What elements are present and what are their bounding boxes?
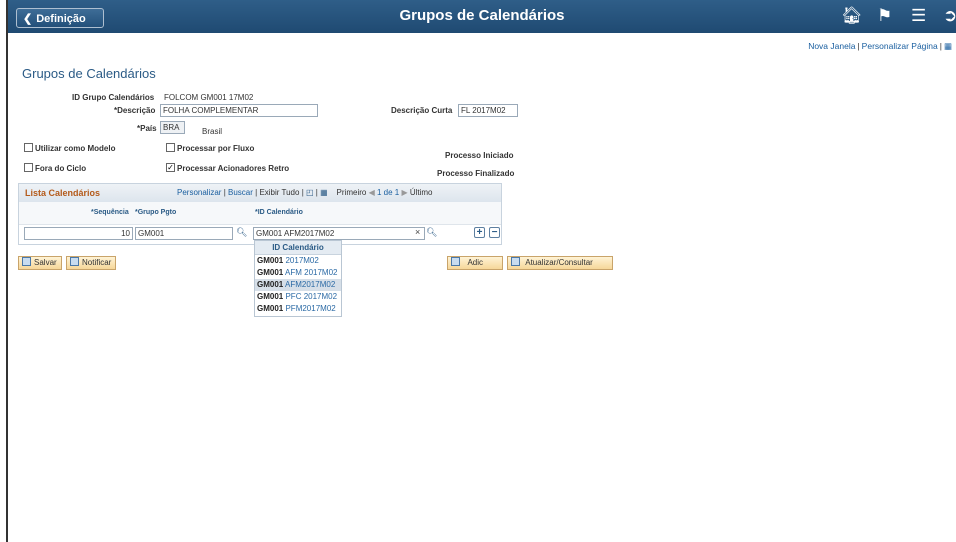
calendar-id-search-icon[interactable]: 🔍︎ (426, 227, 437, 238)
country-name: Brasil (202, 127, 223, 136)
dropdown-option[interactable]: GM001 PFC 2017M02 (255, 291, 341, 303)
pay-group-search-icon[interactable]: 🔍︎ (236, 227, 247, 238)
country-label: *País (137, 124, 157, 133)
notify-button[interactable]: Notificar (66, 256, 117, 270)
country-input[interactable]: BRA (160, 121, 185, 134)
view-all-link[interactable]: Exibir Tudo (259, 188, 299, 197)
add-button[interactable]: Adic (447, 256, 503, 270)
grid-navigation: Personalizar | Buscar | Exibir Tudo | ◰ … (177, 188, 433, 197)
retro-triggers-checkbox[interactable]: ✓ (166, 163, 175, 172)
option-suffix: AFM2017M02 (285, 280, 336, 289)
prev-icon[interactable]: ◀ (369, 188, 375, 197)
checkmark-icon: ✓ (167, 163, 174, 172)
update-display-icon (511, 257, 520, 266)
notify-icon (70, 257, 79, 266)
home-icon[interactable]: 🏠︎ (841, 6, 863, 26)
process-by-flow-label: Processar por Fluxo (177, 144, 255, 153)
off-cycle-checkbox[interactable] (24, 163, 33, 172)
add-icon (451, 257, 460, 266)
grid-column-headers: *Sequência *Grupo Pgto *ID Calendário (19, 202, 501, 225)
personalize-link[interactable]: Personalizar (177, 188, 221, 197)
dropdown-option[interactable]: GM001 2017M02 (255, 255, 341, 267)
save-button-label: Salvar (34, 258, 57, 267)
col-calendar-id: *ID Calendário (255, 209, 303, 216)
zoom-icon[interactable]: ◰ (306, 188, 314, 197)
retro-triggers-label: Processar Acionadores Retro (177, 164, 290, 173)
menu-icon[interactable]: ☰ (911, 6, 926, 26)
option-prefix: GM001 (257, 256, 284, 265)
col-pay-group: *Grupo Pgto (135, 209, 177, 216)
dropdown-option-selected[interactable]: GM001 AFM2017M02 (255, 279, 341, 291)
use-as-model-label: Utilizar como Modelo (35, 144, 116, 153)
dropdown-option[interactable]: GM001 AFM 2017M02 (255, 267, 341, 279)
navbar-icon[interactable]: ➲ (943, 6, 956, 26)
option-prefix: GM001 (257, 292, 284, 301)
option-prefix: GM001 (257, 304, 284, 313)
save-icon (22, 257, 31, 266)
group-id-value: FOLCOM GM001 17M02 (164, 93, 254, 102)
download-icon[interactable]: ▦ (320, 188, 328, 197)
personalize-page-link[interactable]: Personalizar Página (862, 41, 938, 51)
next-icon[interactable]: ▶ (401, 188, 407, 197)
calendar-id-input[interactable]: GM001 AFM2017M02 (253, 227, 425, 240)
calendar-id-dropdown: ID Calendário GM001 2017M02 GM001 AFM 20… (254, 240, 342, 317)
short-description-label: Descrição Curta (391, 106, 453, 115)
dropdown-option[interactable]: GM001 PFM2017M02 (255, 303, 341, 315)
description-input[interactable]: FOLHA COMPLEMENTAR (160, 104, 318, 117)
new-window-link[interactable]: Nova Janela (808, 41, 855, 51)
process-started-label: Processo Iniciado (445, 151, 514, 160)
pay-group-input[interactable]: GM001 (135, 227, 233, 240)
group-id-label: ID Grupo Calendários (72, 93, 155, 102)
last-label: Último (409, 188, 433, 197)
notify-button-label: Notificar (82, 258, 112, 267)
col-sequence: *Sequência (91, 209, 129, 216)
option-suffix: PFC 2017M02 (285, 292, 338, 301)
option-suffix: AFM 2017M02 (285, 268, 338, 277)
help-icon[interactable]: ▦ (944, 41, 952, 51)
page-frame (6, 0, 956, 542)
sequence-input[interactable]: 10 (24, 227, 133, 240)
dropdown-header: ID Calendário (255, 241, 341, 255)
row-count: 1 de 1 (376, 188, 400, 197)
option-suffix: PFM2017M02 (285, 304, 336, 313)
grid-header: Lista Calendários Personalizar | Buscar … (19, 184, 501, 203)
page-title: Grupos de Calendários (22, 66, 156, 81)
option-prefix: GM001 (257, 280, 284, 289)
clear-icon[interactable]: × (415, 227, 420, 237)
description-label: *Descrição (114, 106, 156, 115)
option-suffix: 2017M02 (285, 256, 319, 265)
first-label: Primeiro (336, 188, 367, 197)
link-separator: | (939, 41, 942, 51)
update-display-button-label: Atualizar/Consultar (525, 258, 593, 267)
update-display-button[interactable]: Atualizar/Consultar (507, 256, 613, 270)
process-by-flow-checkbox[interactable] (166, 143, 175, 152)
find-link[interactable]: Buscar (228, 188, 253, 197)
add-button-label: Adic (467, 258, 484, 267)
off-cycle-label: Fora do Ciclo (35, 164, 87, 173)
process-finished-label: Processo Finalizado (437, 169, 515, 178)
option-prefix: GM001 (257, 268, 284, 277)
header-bar: ❮ Definição Grupos de Calendários 🏠︎ ⚑ ☰ … (8, 0, 956, 33)
delete-row-button[interactable]: − (489, 227, 500, 238)
add-row-button[interactable]: + (474, 227, 485, 238)
grid-title: Lista Calendários (25, 188, 101, 198)
save-button[interactable]: Salvar (18, 256, 62, 270)
use-as-model-checkbox[interactable] (24, 143, 33, 152)
top-links: Nova Janela | Personalizar Página | ▦ (808, 41, 952, 52)
short-description-input[interactable]: FL 2017M02 (458, 104, 518, 117)
link-separator: | (857, 41, 860, 51)
flag-icon[interactable]: ⚑ (877, 6, 892, 26)
header-title: Grupos de Calendários (399, 7, 565, 24)
